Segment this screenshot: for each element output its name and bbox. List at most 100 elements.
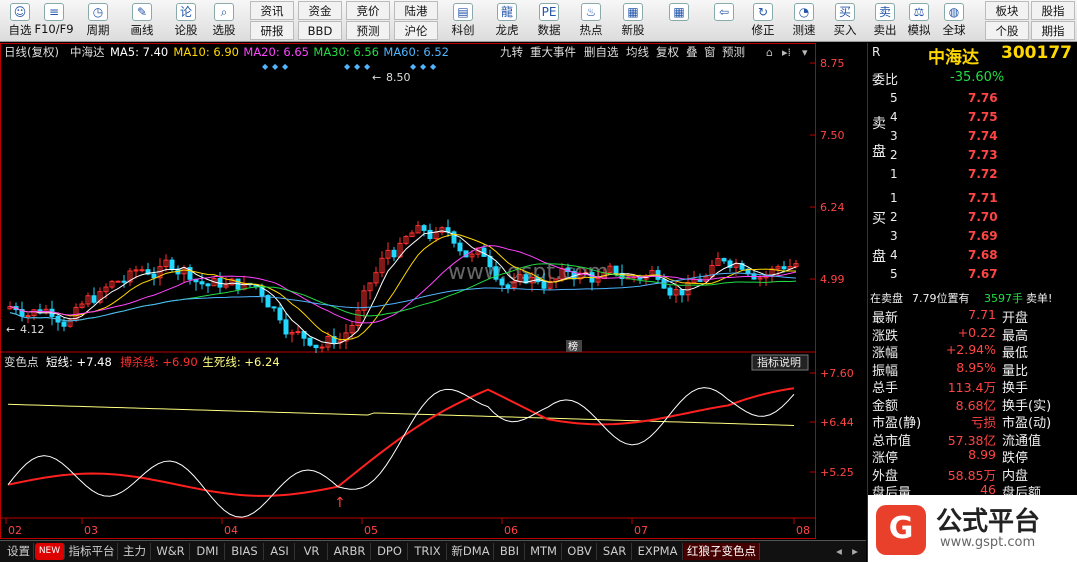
indicator-tab[interactable]: 指标平台 — [66, 543, 118, 560]
toolbar-button-3[interactable]: ✎ 画线 — [122, 1, 162, 41]
toolbar-button-10[interactable]: ▦ 新股 — [614, 1, 652, 41]
notice-text: 7.79位置有 — [912, 292, 970, 305]
indicator-tab[interactable]: 主力 — [119, 543, 151, 560]
toolbar-far-button-1[interactable]: 股指 — [1031, 1, 1075, 20]
indicator-line-label: 生死线: +6.24 — [202, 355, 279, 369]
toolbar-button-14[interactable]: ◔ 测速 — [785, 1, 823, 41]
notice-text: 在卖盘 — [870, 292, 903, 305]
ma10-line — [9, 233, 797, 341]
toolbar-button-15[interactable]: 买买入 — [826, 1, 864, 41]
buy-label: 买 — [872, 211, 886, 227]
chart-menu-item[interactable]: 预测 — [722, 45, 745, 59]
chart-menu-item[interactable]: 复权 — [656, 45, 679, 59]
toolbar-button-2[interactable]: ◷ 周期 — [78, 1, 118, 41]
indicator-tab[interactable]: NEW — [35, 543, 65, 560]
event-marker-icon[interactable]: ◆ — [364, 62, 371, 71]
indicator-tab[interactable]: 新DMA — [448, 543, 494, 560]
toolbar-button-7[interactable]: 龍龙虎 — [488, 1, 526, 41]
toolbar-button-8[interactable]: PE 数据 — [530, 1, 568, 41]
toolbar-button-13[interactable]: ↻ 修正 — [744, 1, 782, 41]
chart-menu-item[interactable]: 窗 — [704, 45, 716, 59]
event-marker-icon[interactable]: ◆ — [410, 62, 417, 71]
gavel-icon: ⚖ — [909, 3, 929, 21]
y-tick-label: 8.75 — [820, 57, 845, 70]
scroll-right-icon[interactable]: ▸ — [848, 543, 862, 560]
chart-menu-item[interactable]: 删自选 — [584, 45, 619, 59]
indicator-tab[interactable]: TRIX — [409, 543, 447, 560]
toolbar-far-button-3[interactable]: 期指 — [1031, 21, 1075, 40]
candle-body — [25, 315, 31, 318]
indicator-tab[interactable]: 红狼子变色点 — [684, 543, 760, 560]
code-prefix: R — [872, 45, 881, 59]
toolbar-button-17[interactable]: ⚖ 模拟 — [900, 1, 938, 41]
chart-menu-item[interactable]: 均线 — [626, 45, 649, 59]
indicator-tab[interactable]: MTM — [526, 543, 562, 560]
x-tick-label: 06 — [504, 524, 518, 537]
toolbar-small-button-3[interactable]: 陆港 — [394, 1, 438, 20]
indicator-y-tick-label: +6.44 — [820, 416, 854, 429]
toolbar-label: F10/F9 — [34, 22, 74, 36]
buy-price: 7.67 — [968, 267, 998, 281]
hot-icon: ♨ — [581, 3, 601, 21]
toolbar-button-9[interactable]: ♨ 热点 — [572, 1, 610, 41]
chart-menu-item[interactable]: 重大事件 — [530, 45, 576, 59]
toolbar-button-4[interactable]: 论论股 — [166, 1, 206, 41]
indicator-tab[interactable]: W&R — [152, 543, 190, 560]
indicator-tab[interactable]: ARBR — [329, 543, 371, 560]
indicator-tab[interactable]: VR — [296, 543, 328, 560]
ma5-line — [9, 230, 797, 345]
event-marker-icon[interactable]: ◆ — [272, 62, 279, 71]
toolbar-button-5[interactable]: ⌕ 选股 — [204, 1, 244, 41]
toolbar-small-button-1[interactable]: 资金 — [298, 1, 342, 20]
candle-body — [115, 280, 121, 283]
candlesticks[interactable] — [7, 219, 799, 354]
indicator-tab[interactable]: DPO — [372, 543, 408, 560]
event-marker-icon[interactable]: ◆ — [344, 62, 351, 71]
event-marker-icon[interactable]: ◆ — [354, 62, 361, 71]
indicator-tab[interactable]: BBI — [495, 543, 525, 560]
toolbar-small-button-2[interactable]: 竞价 — [346, 1, 390, 20]
toolbar-small-button-5[interactable]: BBD — [298, 21, 342, 40]
indicator-y-tick-label: +7.60 — [820, 367, 854, 380]
chart-menu-item[interactable]: 叠 — [686, 45, 698, 59]
indicator-tab[interactable]: SAR — [598, 543, 632, 560]
stat-label: 总手 — [872, 381, 899, 396]
stat-label: 涨停 — [872, 451, 899, 466]
buy-signal-arrow-icon: ↑ — [334, 495, 346, 511]
event-marker-icon[interactable]: ◆ — [430, 62, 437, 71]
stat-label: 最新 — [872, 311, 899, 326]
indicator-tab[interactable]: 设置 — [4, 543, 34, 560]
indicator-tab[interactable]: ASI — [265, 543, 295, 560]
toolbar-small-button-0[interactable]: 资讯 — [250, 1, 294, 20]
toolbar-far-button-2[interactable]: 个股 — [985, 21, 1029, 40]
high-label: 8.50 — [386, 71, 411, 84]
event-marker-icon[interactable]: ◆ — [262, 62, 269, 71]
lock-icon[interactable]: ⌂ — [766, 46, 773, 59]
toolbar-button-16[interactable]: 卖卖出 — [866, 1, 904, 41]
toolbar-far-button-0[interactable]: 板块 — [985, 1, 1029, 20]
toolbar-button-12[interactable]: ⇦ — [705, 1, 743, 41]
chart-menu-item[interactable]: 九转 — [500, 45, 523, 59]
indicator-tab[interactable]: EXPMA — [633, 543, 683, 560]
toolbar-small-button-6[interactable]: 预测 — [346, 21, 390, 40]
indicator-tab[interactable]: DMI — [191, 543, 225, 560]
toolbar-small-button-4[interactable]: 研报 — [250, 21, 294, 40]
indicator-tab[interactable]: BIAS — [226, 543, 264, 560]
stat-label: 总市值 — [872, 433, 912, 449]
stat-label: 换手 — [1002, 381, 1029, 396]
candle-body — [541, 281, 547, 289]
toolbar-button-18[interactable]: ◍ 全球 — [935, 1, 973, 41]
toolbar-button-6[interactable]: ▤ 科创 — [444, 1, 482, 41]
scroll-left-icon[interactable]: ◂ — [832, 543, 846, 560]
toolbar-small-button-7[interactable]: 沪伦 — [394, 21, 438, 40]
toolbar-button-1[interactable]: ≡ F10/F9 — [34, 1, 74, 41]
indicator-tab[interactable]: OBV — [563, 543, 597, 560]
low-marker: ← — [6, 323, 15, 336]
chart-canvas[interactable]: www.gspt.com日线(复权) 中海达 MA5: 7.40 MA10: 6.90… — [0, 43, 866, 540]
event-marker-icon[interactable]: ◆ — [282, 62, 289, 71]
toolbar-button-11[interactable]: ▦ — [660, 1, 698, 41]
expand-icon[interactable]: ▸⁞ — [782, 46, 791, 59]
dropdown-icon[interactable]: ▾ — [802, 46, 808, 59]
event-marker-icon[interactable]: ◆ — [420, 62, 427, 71]
stat-label: 外盘 — [872, 468, 899, 484]
